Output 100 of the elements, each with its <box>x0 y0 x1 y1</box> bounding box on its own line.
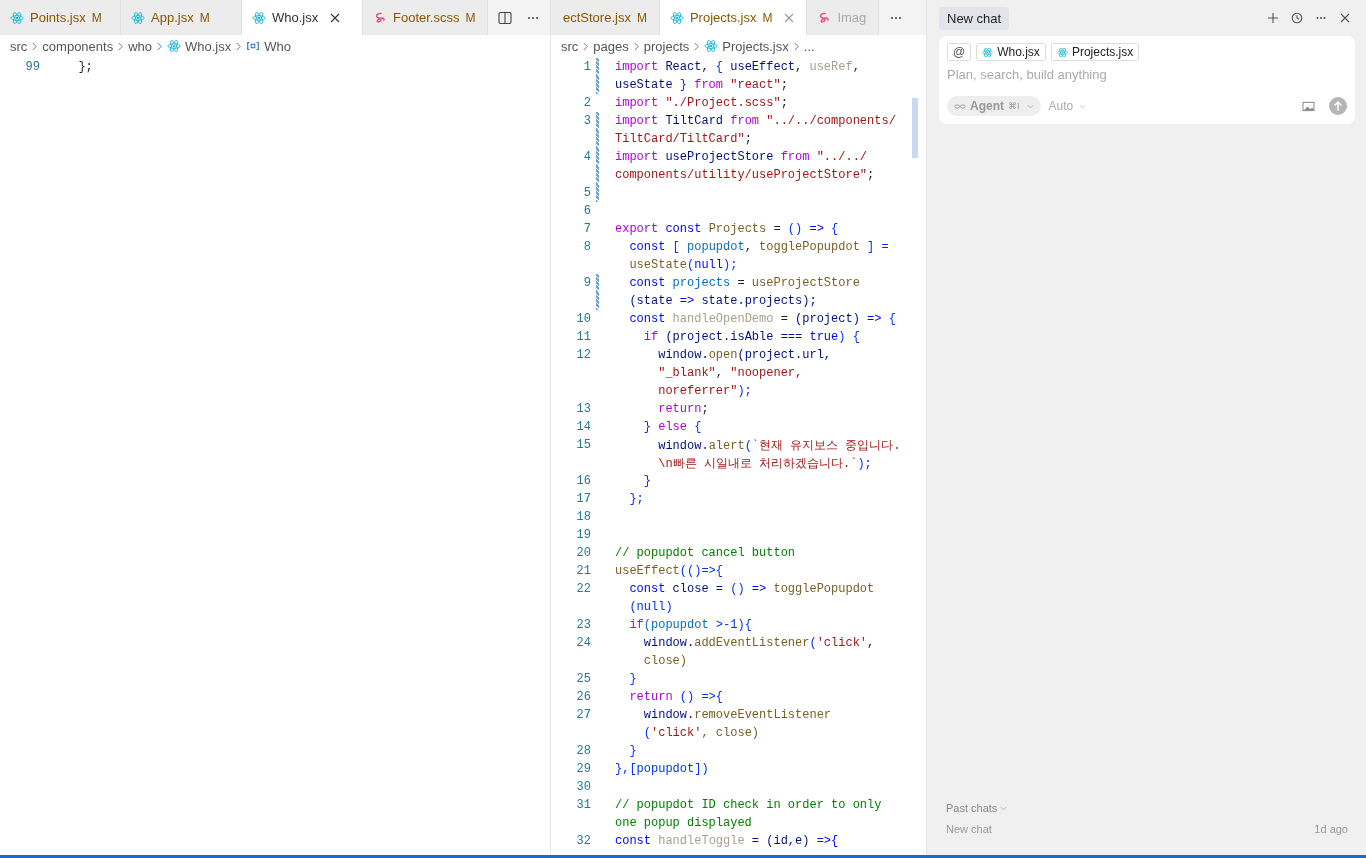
code-line: }; <box>77 60 93 74</box>
breadcrumb-item[interactable]: src <box>10 38 28 54</box>
code-line: close) <box>642 654 687 668</box>
code-line: } else { <box>642 420 702 434</box>
chat-input-field[interactable]: @ Who.jsx Projects.jsx Plan, search, build anything Agent ⌘I Auto <box>939 36 1355 124</box>
code-line: if (project.isAble === true) { <box>642 330 860 344</box>
code-line: one popup displayed <box>615 816 752 830</box>
close-icon[interactable] <box>330 12 341 23</box>
code-line: import "./Project.scss"; <box>615 96 788 110</box>
code-line: import useProjectStore from "../../ <box>615 150 868 164</box>
chevron-icon <box>632 41 640 51</box>
code-line: // popupdot cancel button <box>615 546 796 560</box>
line-number: 3 <box>583 114 591 128</box>
breadcrumb-item[interactable]: components <box>42 38 114 54</box>
line-number: 7 <box>583 222 591 236</box>
line-number: 2 <box>583 96 591 110</box>
chat-tab[interactable]: New chat <box>939 6 1010 30</box>
chevron-icon <box>235 41 243 51</box>
breadcrumb-item[interactable]: ... <box>803 38 815 54</box>
breadcrumb-item[interactable]: Who <box>264 38 291 54</box>
code-line: \n빠른 시일내로 처리하겠습니다.`); <box>657 455 872 472</box>
line-number: 19 <box>576 528 591 542</box>
history-icon[interactable] <box>1291 12 1303 24</box>
line-number: 99 <box>25 60 40 74</box>
atom-icon <box>1056 46 1068 58</box>
editor-tab[interactable]: Points.jsx M <box>0 0 121 35</box>
plus-icon[interactable] <box>1267 12 1279 24</box>
code-line: return () =>{ <box>628 690 724 704</box>
code-line: // popupdot ID check in order to only <box>615 798 882 812</box>
line-number: 20 <box>576 546 591 560</box>
code-line: const projects = useProjectStore <box>628 276 860 290</box>
code-line: window.alert(`현재 유지보스 중입니다. <box>657 437 901 454</box>
code-line: useState } from "react"; <box>615 78 788 92</box>
chevron-icon <box>1000 805 1008 811</box>
chevron-icon <box>792 41 800 51</box>
close-icon[interactable] <box>1339 12 1351 24</box>
chevron-icon <box>582 41 590 51</box>
atom-icon <box>252 10 266 25</box>
line-number: 13 <box>576 402 591 416</box>
line-number: 15 <box>576 438 591 452</box>
infinity-icon <box>954 102 966 110</box>
line-number: 28 <box>576 744 591 758</box>
code-line: } <box>628 672 637 686</box>
line-number: 29 <box>576 762 591 776</box>
line-number: 11 <box>576 330 591 344</box>
line-number: 32 <box>576 834 591 848</box>
code-line: TiltCard/TiltCard"; <box>615 132 752 146</box>
swirl-icon <box>373 10 387 25</box>
code-line: export const Projects = () => { <box>615 222 839 236</box>
breadcrumb-item[interactable]: Who.jsx <box>185 38 232 54</box>
editor-tab[interactable]: Who.jsx <box>242 0 363 35</box>
atom-icon <box>10 10 24 25</box>
chevron-icon <box>1079 103 1087 109</box>
line-number: 6 <box>583 204 591 218</box>
breadcrumb-item[interactable]: who <box>128 38 153 54</box>
symbol-icon <box>246 39 261 53</box>
editor-tab[interactable]: Projects.jsx M <box>659 0 808 35</box>
code-line: const [ popupdot, togglePopupdot ] = <box>628 240 889 254</box>
line-number: 22 <box>576 582 591 596</box>
breadcrumb-item[interactable]: src <box>561 38 579 54</box>
editor-tab[interactable]: Footer.scss M <box>363 0 489 35</box>
split-editor-icon[interactable] <box>498 10 513 25</box>
atom-icon <box>131 10 145 25</box>
line-number: 5 <box>583 186 591 200</box>
atom-icon <box>982 46 994 58</box>
line-number: 31 <box>576 798 591 812</box>
code-line: const close = () => togglePopupdot <box>628 582 875 596</box>
line-number: 17 <box>576 492 591 506</box>
chevron-icon <box>31 41 39 51</box>
image-icon[interactable] <box>1302 100 1315 112</box>
scrollbar[interactable] <box>912 98 918 158</box>
line-number: 8 <box>583 240 591 254</box>
code-line: ('click', close) <box>642 726 760 740</box>
chevron-icon <box>1026 103 1034 109</box>
chevron-icon <box>693 41 701 51</box>
line-number: 27 <box>576 708 591 722</box>
atom-icon <box>704 39 719 53</box>
code-line: window.addEventListener('click', <box>642 636 875 650</box>
code-line: }; <box>628 492 644 506</box>
line-number: 16 <box>576 474 591 488</box>
code-line: const handleOpenDemo = (project) => { <box>628 312 896 326</box>
code-line: useEffect(()=>{ <box>615 564 724 578</box>
line-number: 1 <box>583 60 591 74</box>
editor-tab[interactable]: ectStore.jsx M <box>551 0 660 35</box>
code-line: window.open(project.url, <box>657 348 832 362</box>
breadcrumb-item[interactable]: projects <box>643 38 690 54</box>
line-number: 25 <box>576 672 591 686</box>
line-number: 30 <box>576 780 591 794</box>
line-number: 24 <box>576 636 591 650</box>
line-number: 23 <box>576 618 591 632</box>
line-number: 4 <box>583 150 591 164</box>
swirl-icon <box>817 10 832 25</box>
file-chip[interactable]: Who.jsx <box>976 43 1046 61</box>
breadcrumb-item[interactable]: Projects.jsx <box>722 38 789 54</box>
atom-icon <box>669 10 684 25</box>
breadcrumb-item[interactable]: pages <box>593 38 629 54</box>
mention-button[interactable]: @ <box>947 43 972 61</box>
editor-tab[interactable]: App.jsx M <box>121 0 242 35</box>
file-chip[interactable]: Projects.jsx <box>1050 43 1140 61</box>
code-line: (null) <box>628 600 673 614</box>
